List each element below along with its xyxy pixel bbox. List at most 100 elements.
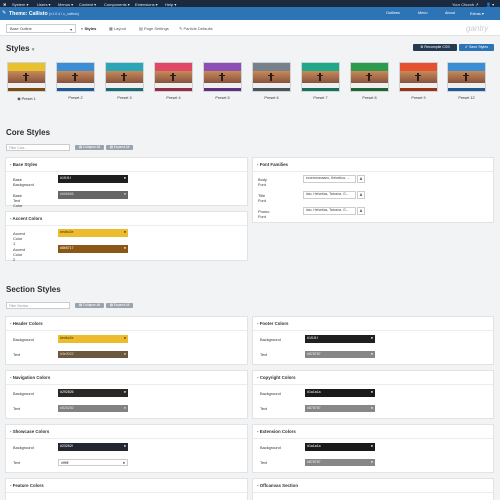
radio-selected-icon: ◉ bbox=[17, 97, 21, 101]
section-expand-all-button[interactable]: ▤ Expand All bbox=[106, 302, 133, 308]
preset-thumbnail bbox=[399, 62, 438, 92]
preset-card[interactable]: Preset 8 bbox=[350, 62, 389, 104]
field-label: Base Background bbox=[13, 176, 34, 187]
section-collapse-all-button[interactable]: ▤ Collapse All bbox=[75, 302, 104, 308]
preset-card[interactable]: Preset 4 bbox=[154, 62, 193, 104]
menu-menus[interactable]: Menus ▾ bbox=[58, 2, 73, 7]
font-input[interactable]: lato, Helvetica, Tahoma, G... bbox=[303, 207, 356, 215]
menu-help[interactable]: Help ▾ bbox=[165, 2, 176, 7]
preset-label: ◉ Preset 1 bbox=[17, 97, 36, 101]
color-drop-icon: ● bbox=[370, 336, 373, 340]
field-label: Text bbox=[13, 460, 21, 465]
core-filter-input[interactable]: Filter Core... bbox=[6, 144, 70, 151]
color-picker[interactable]: #ffffff ● bbox=[58, 458, 128, 466]
accent-colors-title[interactable]: - Accent Colors bbox=[10, 216, 42, 221]
section-filter-input[interactable]: Filter Section... bbox=[6, 302, 70, 309]
color-picker[interactable]: #828282 ● bbox=[58, 404, 128, 412]
tab-styles[interactable]: ◐ Styles bbox=[81, 26, 96, 31]
link-about[interactable]: About bbox=[445, 11, 455, 15]
color-picker[interactable]: #1a1a1a ● bbox=[305, 389, 375, 397]
color-picker[interactable]: #23262f ● bbox=[58, 443, 128, 451]
preset-label: Preset 12 bbox=[458, 96, 475, 100]
color-picker[interactable]: #878787 ● bbox=[305, 404, 375, 412]
link-menu[interactable]: Menu bbox=[418, 11, 428, 15]
site-link[interactable]: Your Church ↗ bbox=[452, 2, 479, 7]
joomla-logo-icon[interactable]: ✖ bbox=[3, 2, 6, 7]
font-picker-button[interactable]: A bbox=[357, 175, 365, 183]
section-panel-title[interactable]: - Copyright Colors bbox=[257, 375, 296, 380]
preset-thumbnail bbox=[56, 62, 95, 92]
font-input[interactable]: lato, Helvetica, Tahoma, G... bbox=[303, 191, 356, 199]
preset-card[interactable]: Preset 7 bbox=[301, 62, 340, 104]
section-panel: - Footer Colors Background #1f1f1f ● Text #8… bbox=[252, 316, 494, 365]
font-families-title[interactable]: - Font Families bbox=[257, 162, 288, 167]
preset-card[interactable]: Preset 9 bbox=[399, 62, 438, 104]
section-panel: - Header Colors Background #edbc2e ● Text #3… bbox=[5, 316, 248, 365]
color-drop-icon: ● bbox=[123, 351, 126, 356]
section-panel: - Feature Colors bbox=[5, 478, 248, 500]
menu-content[interactable]: Content ▾ bbox=[79, 2, 96, 7]
menu-components[interactable]: Components ▾ bbox=[104, 2, 130, 7]
preset-thumbnail bbox=[203, 62, 242, 92]
save-styles-button[interactable]: ✔ Save Styles bbox=[459, 44, 494, 51]
color-picker[interactable]: #3e3022 ● bbox=[58, 350, 128, 358]
color-picker[interactable]: #292826 ● bbox=[58, 389, 128, 397]
base-styles-panel: - Base Styles Base Background #1f1f1f ● Bas… bbox=[5, 157, 248, 208]
gantry-logo: gantry bbox=[466, 24, 489, 33]
color-picker[interactable]: #1f1f1f ● bbox=[58, 175, 128, 183]
section-panel-title[interactable]: - Feature Colors bbox=[10, 483, 44, 488]
recompile-css-button[interactable]: ⚙ Recompile CSS bbox=[413, 44, 457, 51]
version-label: (v1.0.4 / c_callisto) bbox=[49, 11, 80, 16]
font-picker-button[interactable]: A bbox=[357, 191, 365, 199]
color-picker[interactable]: #878787 ● bbox=[305, 458, 375, 466]
tab-particle-defaults[interactable]: ✎ Particle Defaults bbox=[179, 26, 213, 31]
preset-thumbnail bbox=[350, 62, 389, 92]
base-styles-title[interactable]: - Base Styles bbox=[10, 162, 37, 167]
styles-heading: Styles ▾ bbox=[6, 44, 35, 53]
section-panel-title[interactable]: - Footer Colors bbox=[257, 321, 288, 326]
menu-users[interactable]: Users ▾ bbox=[37, 2, 51, 7]
section-panel-title[interactable]: - Header Colors bbox=[10, 321, 43, 326]
menu-extensions[interactable]: Extensions ▾ bbox=[135, 2, 158, 7]
font-input[interactable]: ecoreceansans, Helvetica, ... bbox=[303, 175, 356, 183]
color-picker[interactable]: #edbc2e ● bbox=[58, 335, 128, 343]
preset-label: Preset 2 bbox=[68, 96, 83, 100]
chevron-down-icon: ▾ bbox=[31, 47, 35, 53]
color-picker[interactable]: #666666 ● bbox=[58, 191, 128, 199]
section-panel-title[interactable]: - Navigation Colors bbox=[10, 375, 50, 380]
preset-label: Preset 5 bbox=[215, 96, 230, 100]
preset-card[interactable]: Preset 12 bbox=[447, 62, 486, 104]
color-picker[interactable]: #1f1f1f ● bbox=[305, 335, 375, 343]
core-collapse-all-button[interactable]: ▤ Collapse All bbox=[75, 144, 104, 150]
field-label: Text bbox=[260, 460, 268, 465]
section-panel-title[interactable]: - Extension Colors bbox=[257, 429, 296, 434]
section-panel-title[interactable]: - Offcanvas Section bbox=[257, 483, 298, 488]
font-label: Body Font bbox=[258, 176, 267, 187]
color-picker[interactable]: #edbc2e ● bbox=[58, 229, 128, 237]
link-extras[interactable]: Extras ▾ bbox=[470, 11, 484, 16]
user-menu[interactable]: 👤 ▾ bbox=[486, 2, 494, 7]
color-drop-icon: ● bbox=[370, 390, 373, 394]
preset-card[interactable]: Preset 5 bbox=[203, 62, 242, 104]
preset-label: Preset 9 bbox=[411, 96, 426, 100]
preset-label: Preset 7 bbox=[313, 96, 328, 100]
preset-card[interactable]: Preset 2 bbox=[56, 62, 95, 104]
color-picker[interactable]: #8b5717 ● bbox=[58, 245, 128, 253]
outline-select[interactable]: Base Outline ▾ bbox=[6, 24, 76, 33]
section-panel: - Offcanvas Section bbox=[252, 478, 494, 500]
page-title: Theme: Callisto (v1.0.4 / c_callisto) bbox=[9, 10, 80, 17]
tab-page-settings[interactable]: ▤ Page Settings bbox=[139, 26, 169, 31]
preset-card[interactable]: ◉ Preset 1 bbox=[7, 62, 46, 104]
preset-label: Preset 3 bbox=[117, 96, 132, 100]
color-picker[interactable]: #878787 ● bbox=[305, 350, 375, 358]
tab-layout[interactable]: ▦ Layout bbox=[109, 26, 126, 31]
core-expand-all-button[interactable]: ▤ Expand All bbox=[106, 144, 133, 150]
preset-card[interactable]: Preset 3 bbox=[105, 62, 144, 104]
menu-system[interactable]: System ▾ bbox=[12, 2, 28, 7]
link-outlines[interactable]: Outlines bbox=[386, 11, 400, 15]
section-styles-heading: Section Styles bbox=[6, 285, 61, 294]
color-picker[interactable]: #1a1a1a ● bbox=[305, 443, 375, 451]
font-picker-button[interactable]: A bbox=[357, 207, 365, 215]
preset-card[interactable]: Preset 6 bbox=[252, 62, 291, 104]
section-panel-title[interactable]: - Showcase Colors bbox=[10, 429, 49, 434]
